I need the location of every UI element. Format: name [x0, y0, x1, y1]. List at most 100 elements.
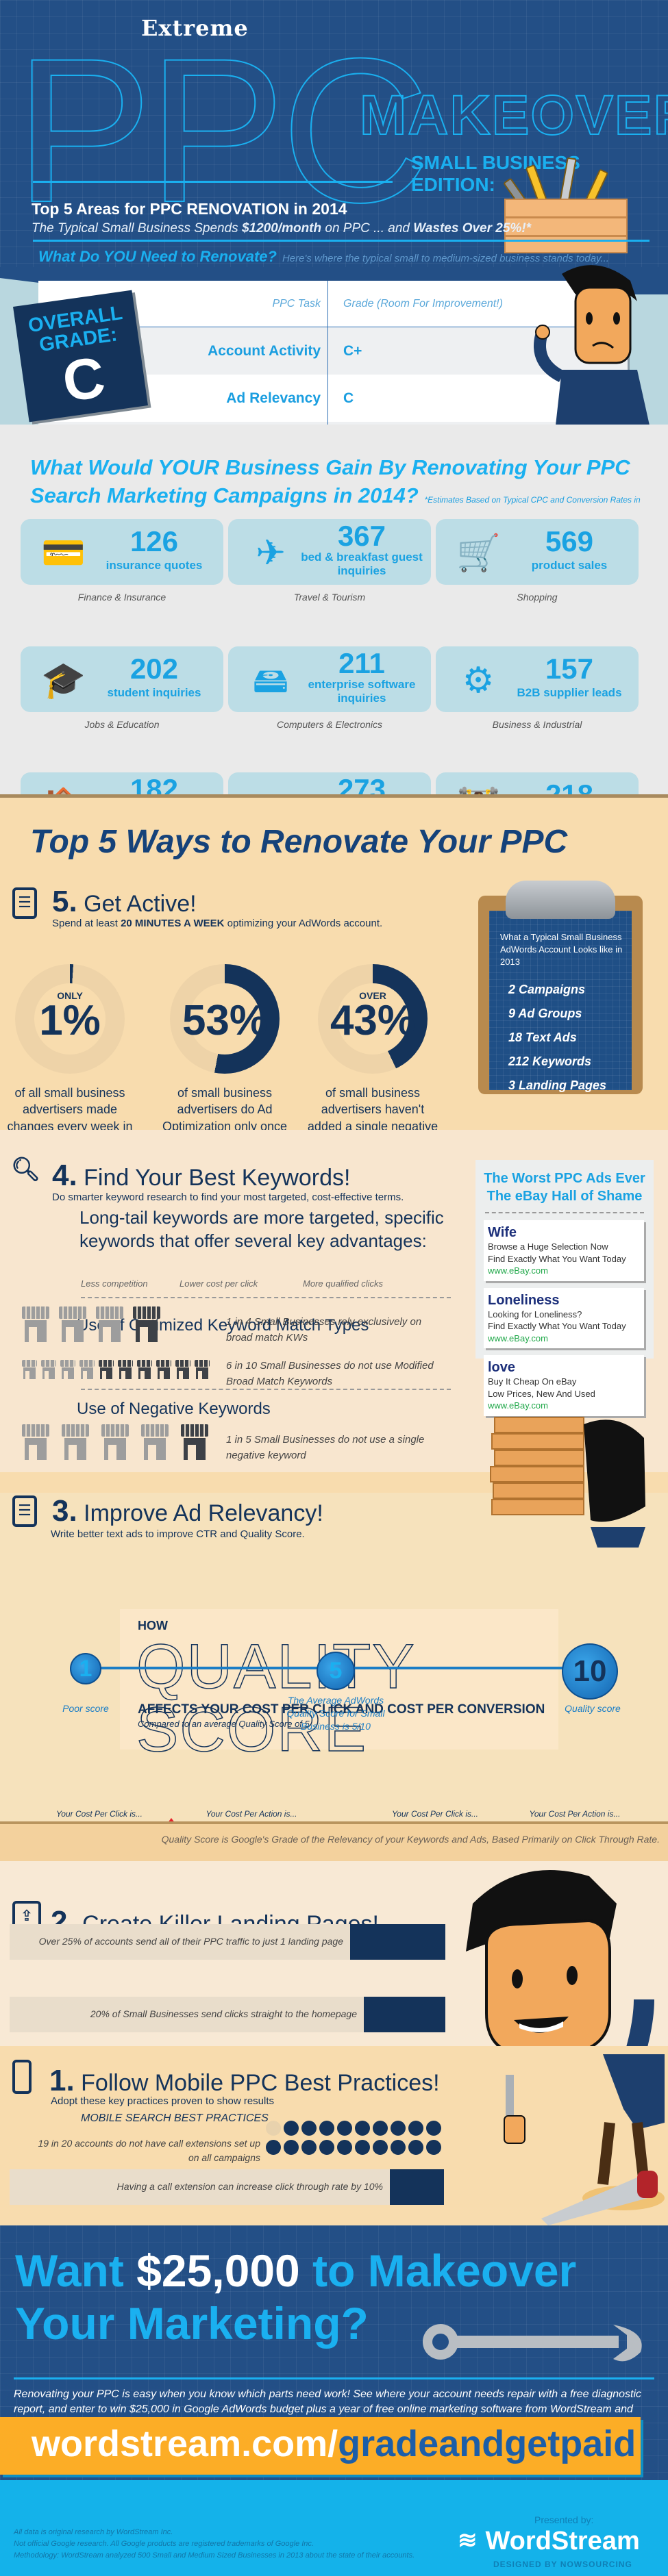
stat-bar-label: 20% of Small Businesses send clicks stra… — [10, 1997, 364, 2032]
account-dot — [284, 2121, 299, 2136]
score-5-marker: 5 — [317, 1652, 355, 1690]
ebay-ad: Wife Browse a Huge Selection Now Find Exac… — [484, 1220, 644, 1281]
storefront-icon — [133, 1306, 160, 1342]
designed-by: DESIGNED BY NOWSOURCING — [493, 2560, 632, 2569]
ebay-ad: Loneliness Looking for Loneliness? Find Ex… — [484, 1287, 644, 1349]
presented-by: Presented by: — [534, 2514, 594, 2525]
ad-line: Find Exactly What You Want Today — [488, 1253, 626, 1264]
account-dot — [426, 2140, 441, 2155]
task-grade: C — [343, 390, 354, 406]
storefront-icon — [96, 1306, 123, 1342]
cta-amount: $25,000 — [136, 2245, 300, 2296]
url-path: gradeandgetpaid — [338, 2423, 636, 2464]
ebay-ad: love Buy It Cheap On eBay Low Prices, New … — [484, 1355, 644, 1416]
clipboard: What a Typical Small Business AdWords Ac… — [478, 881, 643, 1094]
effect-pre: Your Cost Per Action is... — [529, 1809, 621, 1819]
footer-note: Not official Google research. All Google… — [14, 2540, 314, 2549]
gain-card: ✈ 367 bed & breakfast guest inquiries — [228, 519, 431, 585]
checklist-icon: ☰ — [12, 887, 37, 919]
gain-label: student inquiries — [107, 686, 201, 699]
gain-value: 367 — [337, 520, 386, 552]
step4-number: 4. — [52, 1159, 77, 1192]
storefront-icon — [79, 1360, 95, 1379]
storefront-icon — [60, 1360, 75, 1379]
clipboard-list: 2 Campaigns 9 Ad Groups 18 Text Ads 212 Key… — [508, 978, 606, 1098]
gain-card: 💳 126 insurance quotes — [21, 519, 223, 585]
account-dot — [319, 2121, 334, 2136]
mobile-phone-icon — [12, 2060, 32, 2094]
ad-headline: Loneliness — [488, 1292, 560, 1308]
cta-url-banner[interactable]: wordstream.com/gradeandgetpaid — [0, 2417, 641, 2475]
gain-value: 202 — [129, 653, 179, 685]
footer-notes: All data is original research by WordStr… — [14, 2527, 415, 2562]
wrench-icon — [423, 2324, 642, 2362]
storefront-icon — [62, 1424, 89, 1460]
account-dot — [408, 2121, 423, 2136]
ad-headline: Wife — [488, 1225, 517, 1240]
toolbox-illustration — [493, 157, 630, 253]
hero-makeover-title: MAKEOVER — [359, 84, 668, 147]
step1-title: Follow Mobile PPC Best Practices! — [81, 2070, 440, 2096]
hard-drive-icon: 🖴 — [252, 661, 289, 700]
shop-icons-1in5 — [22, 1424, 208, 1460]
stat-bar-label: Having a call extension can increase cli… — [10, 2169, 390, 2205]
shop-icons-1in4 — [22, 1306, 160, 1342]
storefront-icon — [22, 1306, 49, 1342]
step3-heading: 3. Improve Ad Relevancy! — [52, 1494, 323, 1528]
qs-how: HOW — [138, 1619, 168, 1632]
step5-number: 5. — [52, 885, 77, 918]
account-dot — [301, 2121, 317, 2136]
effect-pre: Your Cost Per Click is... — [391, 1809, 479, 1819]
storefront-icon — [195, 1360, 210, 1379]
man-carrying-planks-illustration — [490, 1417, 645, 1548]
step5-title: Get Active! — [84, 891, 197, 917]
clipboard-item: 212 Keywords — [508, 1055, 592, 1068]
donut-value: 1% — [39, 997, 101, 1044]
need-title: What Do YOU Need to Renovate? — [38, 248, 277, 265]
storefront-icon — [22, 1424, 49, 1460]
clipboard-item: 18 Text Ads — [508, 1031, 577, 1044]
url-domain: wordstream.com/ — [32, 2423, 338, 2464]
score-5-label: The Average AdWords Quality Score for Sm… — [286, 1695, 385, 1732]
gain-label: B2B supplier leads — [517, 686, 622, 699]
cta-url[interactable]: wordstream.com/gradeandgetpaid — [32, 2425, 636, 2462]
ad-line: Buy It Cheap On eBay — [488, 1376, 577, 1387]
account-dot — [337, 2140, 352, 2155]
spend-pre: The Typical Small Business Spends — [32, 221, 242, 236]
storefront-icon — [141, 1424, 169, 1460]
footer-note: All data is original research by WordStr… — [14, 2528, 173, 2536]
stat-bar: Having a call extension can increase cli… — [10, 2169, 444, 2205]
account-dot — [301, 2140, 317, 2155]
account-dot — [319, 2140, 334, 2155]
account-dot — [373, 2140, 388, 2155]
man-with-tools-illustration — [504, 2054, 665, 2225]
brand-name: WordStream — [485, 2527, 640, 2555]
overall-grade-badge: OVERALL GRADE: C — [13, 290, 148, 422]
score-1-marker: 1 — [70, 1653, 101, 1684]
account-dot — [391, 2140, 406, 2155]
score-10-marker: 10 — [562, 1643, 618, 1700]
gain-label: product sales — [531, 559, 608, 572]
step5-sub-pre: Spend at least — [52, 918, 121, 929]
effect-pre: Your Cost Per Action is... — [206, 1809, 297, 1819]
step5-sub-bold: 20 MINUTES A WEEK — [121, 918, 225, 929]
step3-subtitle: Write better text ads to improve CTR and… — [51, 1528, 305, 1540]
shopping-cart-icon: 🛒 — [456, 533, 501, 573]
account-dot — [426, 2121, 441, 2136]
worried-man-illustration — [534, 265, 651, 431]
dashed-divider — [485, 1212, 644, 1213]
stat-bar-label: Over 25% of accounts send all of their P… — [10, 1924, 350, 1960]
header-grade: Grade (Room For Improvement!) — [343, 297, 503, 310]
step1-number: 1. — [49, 2064, 75, 2097]
gain-label: enterprise software inquiries — [308, 678, 416, 705]
step5-heading: 5. Get Active! — [52, 885, 197, 919]
step3-title: Improve Ad Relevancy! — [84, 1500, 323, 1526]
cta-want-post: to Makeover — [299, 2245, 577, 2296]
advantage: More qualified clicks — [303, 1278, 384, 1289]
wordstream-wave-icon: ≋ — [458, 2527, 478, 2553]
credit-card-icon: 💳 — [41, 533, 86, 573]
ad-url: www.eBay.com — [488, 1265, 548, 1276]
negative-stat: 1 in 5 Small Businesses do not use a sin… — [226, 1434, 425, 1461]
top5-areas-title: Top 5 Areas for PPC RENOVATION in 2014 — [32, 200, 347, 218]
gain-card: 🛒 569 product sales — [436, 519, 639, 585]
